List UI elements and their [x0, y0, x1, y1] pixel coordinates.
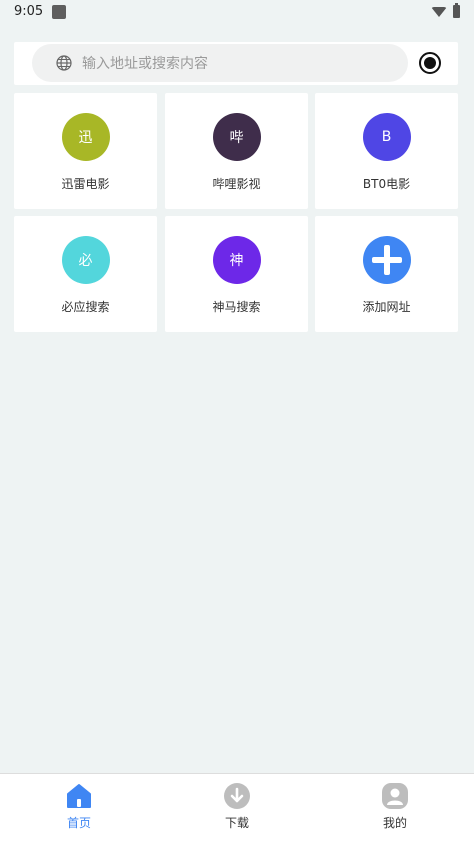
status-bar: 9:05 [0, 0, 474, 26]
nav-mine[interactable]: 我的 [355, 782, 435, 831]
site-label-bt0: BT0电影 [362, 177, 411, 191]
user-icon [382, 783, 408, 809]
globe-icon [56, 55, 72, 71]
status-indicators [431, 3, 460, 18]
notification-app-icon [52, 5, 66, 19]
site-avatar-bing: 必 [61, 236, 110, 284]
nav-home[interactable]: 首页 [39, 782, 119, 831]
site-label-bing: 必应搜索 [61, 300, 110, 314]
search-bar[interactable] [32, 44, 408, 84]
site-label-bili: 哔哩影视 [212, 177, 261, 191]
site-avatar-bt0: B [362, 113, 411, 161]
site-avatar-shenma: 神 [212, 236, 261, 284]
search-input[interactable] [80, 44, 394, 84]
download-icon [224, 783, 250, 809]
site-tile-bt0[interactable]: B BT0电影 [315, 93, 458, 209]
bottom-nav: 首页 下载 我的 [0, 773, 474, 845]
nav-download[interactable]: 下载 [197, 782, 277, 831]
site-avatar-xunlei: 迅 [61, 113, 110, 161]
site-tile-bing[interactable]: 必 必应搜索 [14, 216, 157, 332]
search-card [14, 42, 458, 85]
add-site-label: 添加网址 [362, 300, 411, 314]
nav-download-label: 下载 [224, 816, 249, 830]
record-button[interactable] [419, 52, 441, 74]
site-tile-xunlei[interactable]: 迅 迅雷电影 [14, 93, 157, 209]
site-tile-shenma[interactable]: 神 神马搜索 [165, 216, 308, 332]
nav-home-label: 首页 [66, 816, 91, 830]
battery-icon [453, 3, 460, 18]
site-label-shenma: 神马搜索 [212, 300, 261, 314]
add-plus-icon [362, 236, 411, 284]
record-icon [424, 57, 436, 69]
home-icon [67, 784, 91, 808]
status-time: 9:05 [14, 4, 44, 19]
site-tile-bili[interactable]: 哔 哔哩影视 [165, 93, 308, 209]
nav-mine-label: 我的 [382, 816, 407, 830]
wifi-icon [431, 6, 447, 17]
site-label-xunlei: 迅雷电影 [61, 177, 110, 191]
site-avatar-bili: 哔 [212, 113, 261, 161]
add-site-tile[interactable]: 添加网址 [315, 216, 458, 332]
